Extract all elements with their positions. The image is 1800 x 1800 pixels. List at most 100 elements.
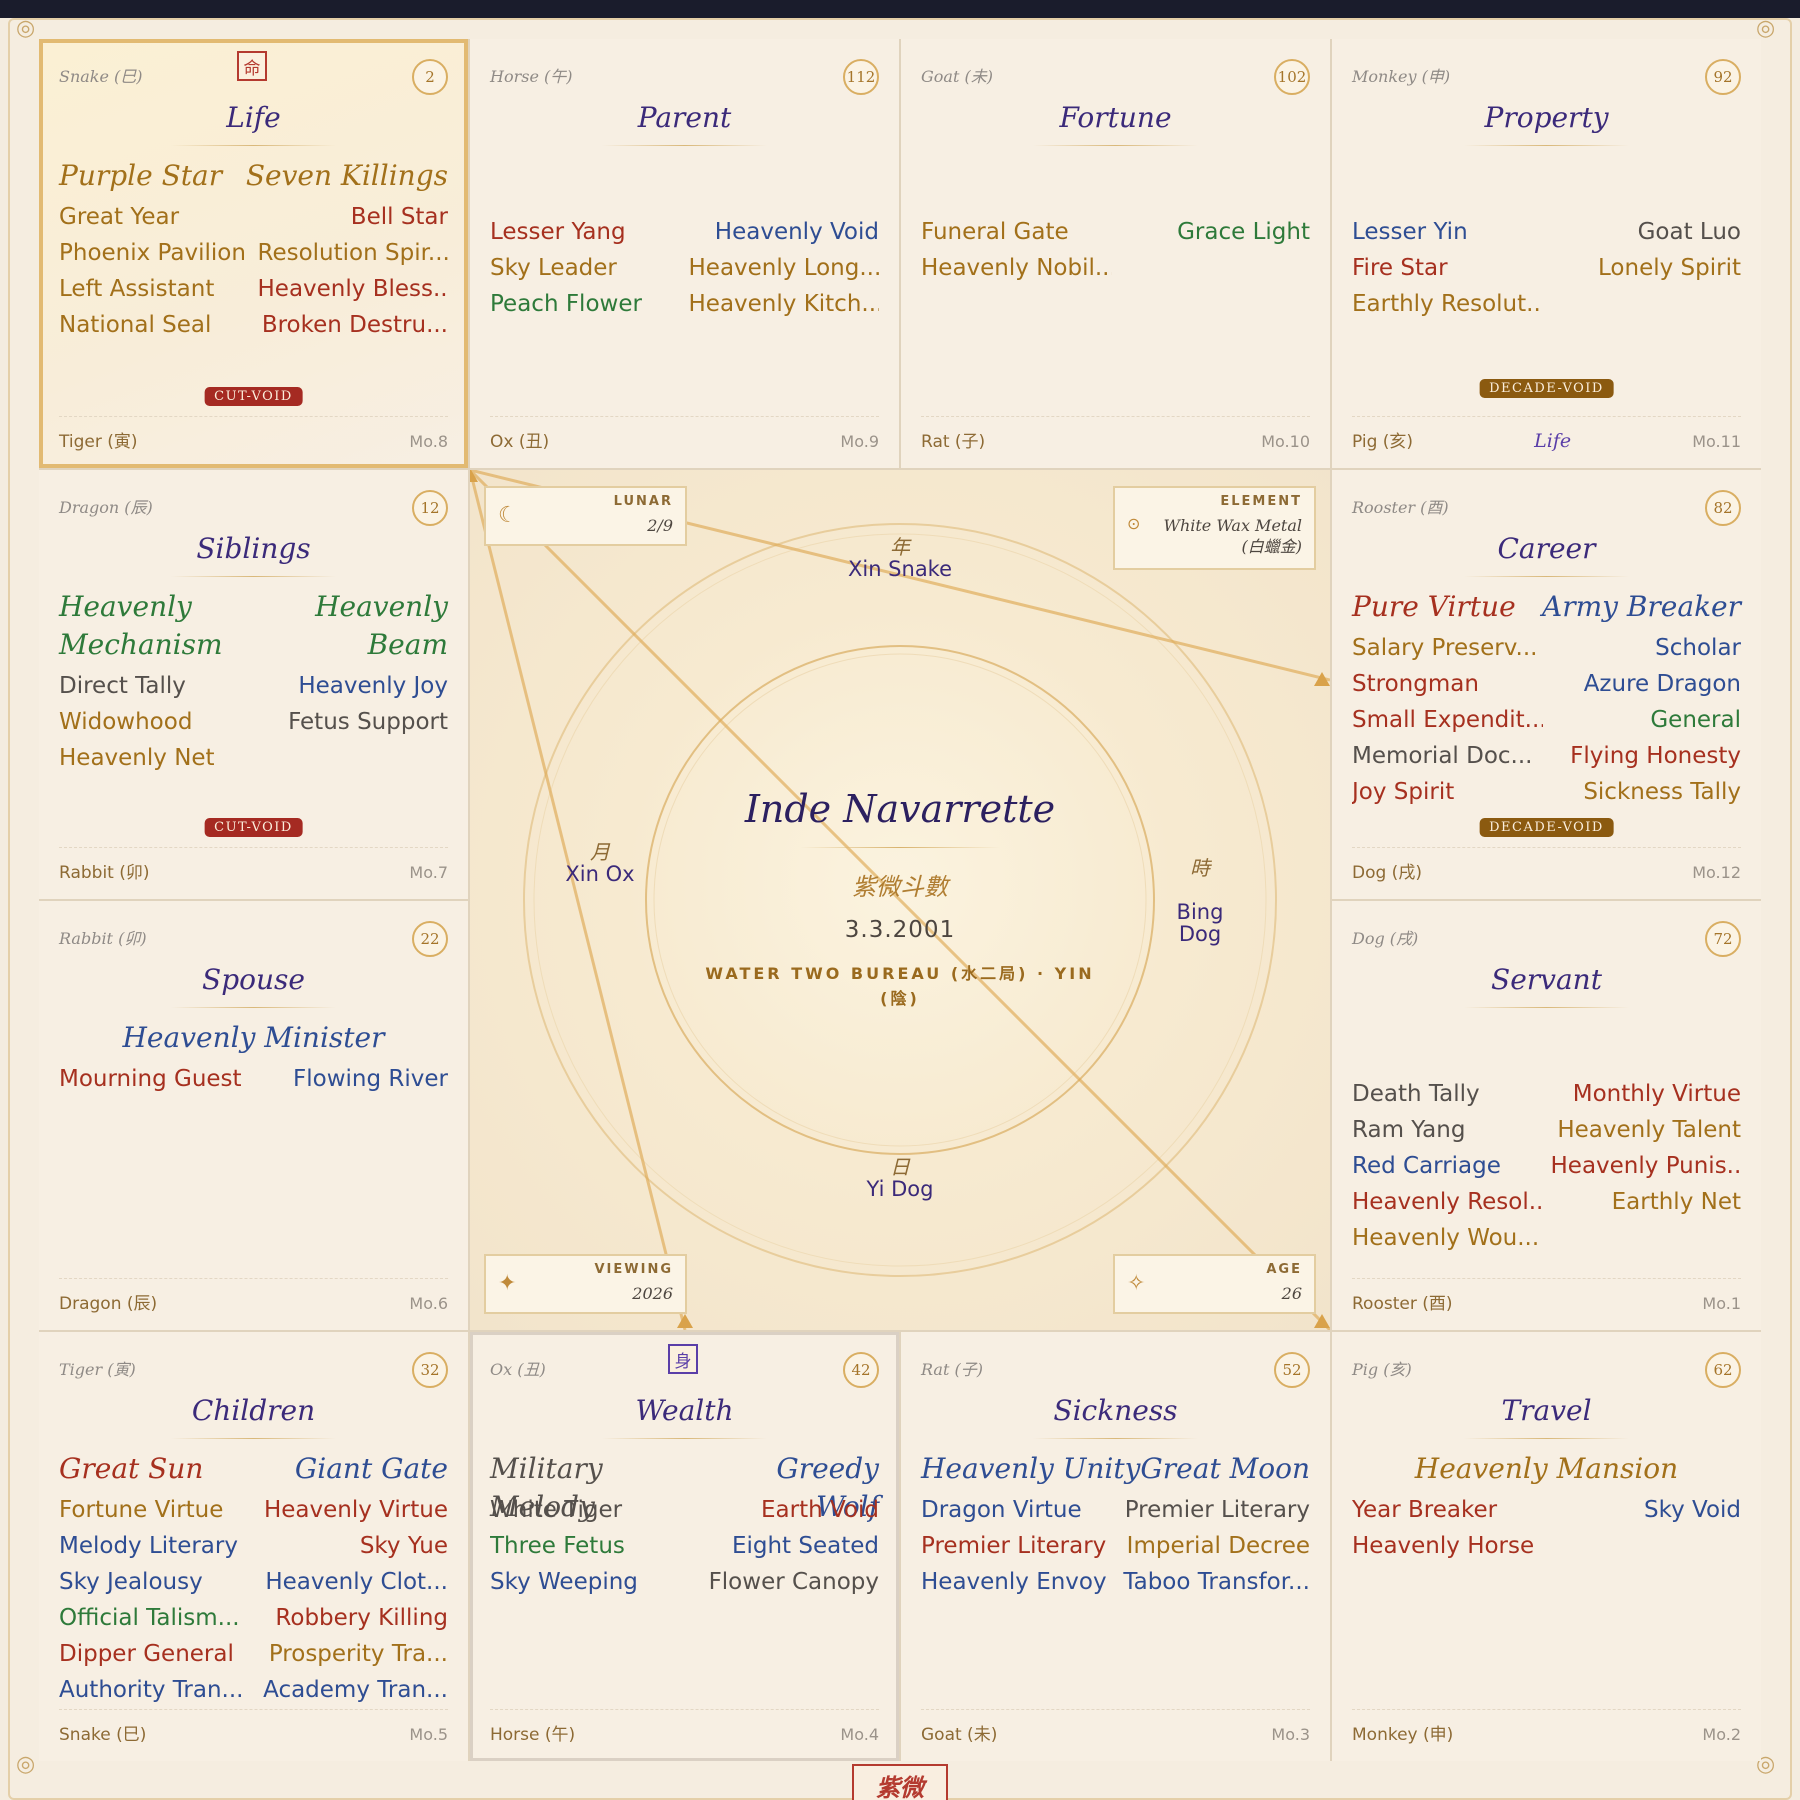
minor-star[interactable]: Dragon Virtue <box>921 1492 1112 1528</box>
minor-star[interactable]: Prosperity Tra... <box>258 1636 448 1672</box>
palace-career[interactable]: Rooster (酉) 82 Career Pure Virtue Army Break… <box>1332 470 1761 899</box>
minor-star[interactable]: Year Breaker <box>1352 1492 1543 1528</box>
minor-star[interactable]: Heavenly Bless... <box>258 271 449 307</box>
minor-star[interactable]: Heavenly Resol... <box>1352 1184 1543 1220</box>
minor-star[interactable]: Fortune Virtue <box>59 1492 250 1528</box>
minor-star[interactable]: Bell Star <box>258 199 448 235</box>
palace-children[interactable]: Tiger (寅) 32 Children Great Sun Giant Gate Fo… <box>39 1332 468 1761</box>
minor-star[interactable]: Imperial Decree <box>1120 1528 1310 1564</box>
minor-star[interactable]: Phoenix Pavilion <box>59 235 250 271</box>
minor-star[interactable]: Widowhood <box>59 704 250 740</box>
minor-star[interactable]: Heavenly Long... <box>689 250 880 286</box>
minor-star[interactable]: Lesser Yin <box>1352 214 1543 250</box>
major-star[interactable]: Great Sun <box>59 1450 203 1488</box>
major-star[interactable]: Purple Star <box>59 157 222 195</box>
major-star[interactable]: Seven Killings <box>246 157 448 195</box>
palace-property[interactable]: Monkey (申) 92 Property Lesser Yin Goat Luo Fi… <box>1332 39 1761 468</box>
major-star[interactable]: Heavenly Mansion <box>1415 1450 1678 1488</box>
minor-star[interactable]: Ram Yang <box>1352 1112 1543 1148</box>
minor-star[interactable]: Grace Light <box>1120 214 1310 250</box>
minor-star[interactable]: Flying Honesty <box>1551 738 1741 774</box>
minor-star[interactable]: Flower Canopy <box>689 1564 879 1600</box>
minor-star[interactable]: Heavenly Clot... <box>258 1564 448 1600</box>
minor-star[interactable]: Heavenly Punis... <box>1551 1148 1742 1184</box>
palace-fortune[interactable]: Goat (未) 102 Fortune Funeral Gate Grace Ligh… <box>901 39 1330 468</box>
minor-star[interactable]: Sky Weeping <box>490 1564 681 1600</box>
minor-star[interactable]: Great Year <box>59 199 250 235</box>
minor-star[interactable]: Monthly Virtue <box>1551 1076 1741 1112</box>
minor-star[interactable]: National Seal <box>59 307 250 343</box>
minor-star[interactable]: Mourning Guest <box>59 1061 250 1097</box>
minor-star[interactable]: Premier Literary <box>921 1528 1112 1564</box>
major-star[interactable]: Heavenly Minister <box>123 1019 385 1057</box>
minor-star[interactable]: Joy Spirit <box>1352 774 1543 810</box>
minor-star[interactable]: Memorial Doc... <box>1352 738 1543 774</box>
minor-star[interactable]: Fetus Support <box>258 704 448 740</box>
minor-star[interactable]: Azure Dragon <box>1551 666 1741 702</box>
minor-star[interactable]: Broken Destru... <box>258 307 448 343</box>
minor-star[interactable]: Left Assistant <box>59 271 250 307</box>
minor-star[interactable]: Earthly Net <box>1551 1184 1741 1220</box>
major-star[interactable]: Pure Virtue <box>1352 588 1516 626</box>
minor-star[interactable]: Strongman <box>1352 666 1543 702</box>
minor-star[interactable]: Direct Tally <box>59 668 250 704</box>
minor-star[interactable]: Melody Literary <box>59 1528 250 1564</box>
palace-travel[interactable]: Pig (亥) 62 Travel Heavenly Mansion Year Brea… <box>1332 1332 1761 1761</box>
minor-star[interactable]: Lesser Yang <box>490 214 681 250</box>
minor-star[interactable]: White Tiger <box>490 1492 681 1528</box>
minor-star[interactable]: Lonely Spirit <box>1551 250 1741 286</box>
chart-center: 年 Xin Snake 月 Xin Ox 時 Bing Dog 日 Yi Dog… <box>470 470 1330 1330</box>
minor-star[interactable]: Salary Preserv... <box>1352 630 1543 666</box>
minor-star[interactable]: Earth Void <box>689 1492 879 1528</box>
minor-star[interactable]: Dipper General <box>59 1636 250 1672</box>
minor-star[interactable]: Sky Jealousy <box>59 1564 250 1600</box>
minor-star[interactable]: Red Carriage <box>1352 1148 1543 1184</box>
minor-star[interactable]: Sky Yue <box>258 1528 448 1564</box>
major-star[interactable]: Heavenly Mechanism <box>59 588 223 664</box>
minor-star[interactable]: Heavenly Talent <box>1551 1112 1741 1148</box>
minor-star[interactable]: Earthly Resolut... <box>1352 286 1543 322</box>
palace-servant[interactable]: Dog (戌) 72 Servant Death Tally Monthly Virtu… <box>1332 901 1761 1330</box>
minor-star[interactable]: Sky Void <box>1551 1492 1741 1528</box>
palace-siblings[interactable]: Dragon (辰) 12 Siblings Heavenly Mechanism He… <box>39 470 468 899</box>
minor-star[interactable]: Small Expendit... <box>1352 702 1543 738</box>
major-star[interactable]: Giant Gate <box>295 1450 448 1488</box>
major-star[interactable]: Heavenly Unity <box>921 1450 1140 1488</box>
minor-star[interactable]: Heavenly Void <box>689 214 879 250</box>
palace-wealth[interactable]: Ox (丑) 42 身 Wealth Military Melody Greedy Wol… <box>470 1332 899 1761</box>
minor-star[interactable]: Official Talism... <box>59 1600 250 1636</box>
minor-star[interactable]: Heavenly Kitch... <box>689 286 880 322</box>
minor-star[interactable]: Heavenly Wou... <box>1352 1220 1543 1256</box>
palace-sickness[interactable]: Rat (子) 52 Sickness Heavenly Unity Great Moo… <box>901 1332 1330 1761</box>
minor-star[interactable]: Funeral Gate <box>921 214 1112 250</box>
minor-star[interactable]: Sky Leader <box>490 250 681 286</box>
minor-star[interactable]: Heavenly Horse <box>1352 1528 1543 1564</box>
minor-star[interactable]: Heavenly Net <box>59 740 250 776</box>
minor-star[interactable]: Peach Flower <box>490 286 681 322</box>
minor-star[interactable]: Authority Tran... <box>59 1672 250 1708</box>
minor-star[interactable]: Goat Luo <box>1551 214 1741 250</box>
minor-star[interactable]: Heavenly Virtue <box>258 1492 448 1528</box>
minor-star[interactable]: Taboo Transfor... <box>1120 1564 1310 1600</box>
major-star[interactable]: Heavenly Beam <box>315 588 448 664</box>
minor-star[interactable]: Scholar <box>1551 630 1741 666</box>
minor-star[interactable]: Sickness Tally <box>1551 774 1741 810</box>
minor-star[interactable]: Premier Literary <box>1120 1492 1310 1528</box>
palace-parent[interactable]: Horse (午) 112 Parent Lesser Yang Heavenly Vo… <box>470 39 899 468</box>
minor-star[interactable]: General <box>1551 702 1741 738</box>
major-star[interactable]: Great Moon <box>1140 1450 1310 1488</box>
minor-star[interactable]: Heavenly Nobil... <box>921 250 1112 286</box>
palace-life[interactable]: Snake (巳) 2 命 Life Purple Star Seven Killings… <box>39 39 468 468</box>
minor-star[interactable]: Eight Seated <box>689 1528 879 1564</box>
minor-star[interactable]: Heavenly Envoy <box>921 1564 1112 1600</box>
minor-star[interactable]: Resolution Spir... <box>258 235 449 271</box>
minor-star[interactable]: Three Fetus <box>490 1528 681 1564</box>
minor-star[interactable]: Robbery Killing <box>258 1600 448 1636</box>
palace-spouse[interactable]: Rabbit (卯) 22 Spouse Heavenly Minister Mourn… <box>39 901 468 1330</box>
minor-star[interactable]: Heavenly Joy <box>258 668 448 704</box>
minor-star[interactable]: Fire Star <box>1352 250 1543 286</box>
minor-star[interactable]: Flowing River <box>258 1061 448 1097</box>
major-star[interactable]: Army Breaker <box>1542 588 1741 626</box>
minor-star[interactable]: Death Tally <box>1352 1076 1543 1112</box>
minor-star[interactable]: Academy Tran... <box>258 1672 448 1708</box>
